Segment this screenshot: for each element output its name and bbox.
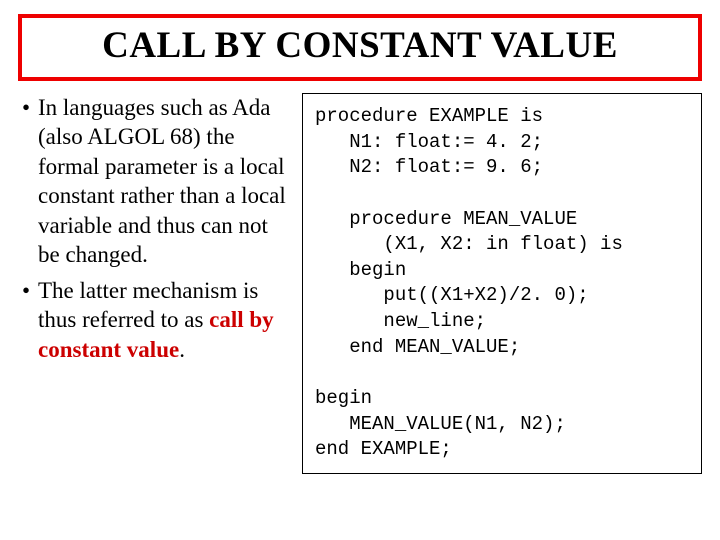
page-title: CALL BY CONSTANT VALUE (32, 24, 688, 67)
code-line: procedure MEAN_VALUE (315, 208, 577, 230)
bullet-dot: • (22, 93, 38, 270)
bullet-text: The latter mechanism is thus referred to… (38, 276, 288, 364)
code-line: put((X1+X2)/2. 0); (315, 284, 589, 306)
code-line: procedure EXAMPLE is (315, 105, 543, 127)
code-line: N2: float:= 9. 6; (315, 156, 543, 178)
code-line: end EXAMPLE; (315, 438, 452, 460)
code-line: N1: float:= 4. 2; (315, 131, 543, 153)
list-item: • In languages such as Ada (also ALGOL 6… (22, 93, 288, 270)
list-item: • The latter mechanism is thus referred … (22, 276, 288, 364)
content-columns: • In languages such as Ada (also ALGOL 6… (18, 93, 702, 474)
slide: CALL BY CONSTANT VALUE • In languages su… (0, 0, 720, 540)
code-line: (X1, X2: in float) is (315, 233, 623, 255)
left-column: • In languages such as Ada (also ALGOL 6… (18, 93, 288, 474)
code-line: end MEAN_VALUE; (315, 336, 520, 358)
code-line: MEAN_VALUE(N1, N2); (315, 413, 566, 435)
bullet-text-post: . (179, 337, 185, 362)
right-column: procedure EXAMPLE is N1: float:= 4. 2; N… (302, 93, 702, 474)
title-box: CALL BY CONSTANT VALUE (18, 14, 702, 81)
code-line: new_line; (315, 310, 486, 332)
bullet-dot: • (22, 276, 38, 364)
bullet-list: • In languages such as Ada (also ALGOL 6… (18, 93, 288, 364)
code-line: begin (315, 387, 372, 409)
bullet-text: In languages such as Ada (also ALGOL 68)… (38, 93, 288, 270)
code-box: procedure EXAMPLE is N1: float:= 4. 2; N… (302, 93, 702, 474)
bullet-text-pre: In languages such as Ada (also ALGOL 68)… (38, 95, 286, 267)
code-line: begin (315, 259, 406, 281)
